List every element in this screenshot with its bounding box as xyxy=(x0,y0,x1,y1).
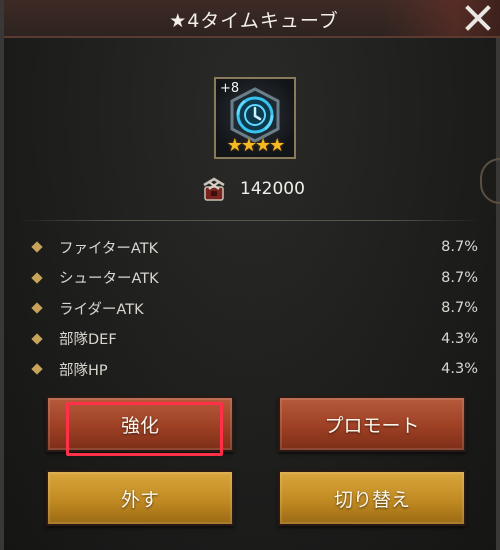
unequip-button[interactable]: 外す xyxy=(46,470,234,526)
close-button[interactable] xyxy=(462,2,494,34)
bullet-icon xyxy=(31,363,43,375)
cost-row: 142000 xyxy=(200,175,305,203)
divider xyxy=(18,220,482,221)
item-icon-frame[interactable]: +8 ★★★★ xyxy=(214,77,296,159)
stat-value: 4.3% xyxy=(441,361,478,378)
item-detail-panel: ★4タイムキューブ +8 ★★★★ 142000 ファイターATK 8.7% シ… xyxy=(0,0,500,550)
stat-row-troop-hp: 部隊HP 4.3% xyxy=(30,354,478,385)
bullet-icon xyxy=(31,241,43,253)
stat-row-rider-atk: ライダーATK 8.7% xyxy=(30,293,478,324)
stat-label: ライダーATK xyxy=(59,301,144,318)
bullet-icon xyxy=(31,302,43,314)
panel-title: ★4タイムキューブ xyxy=(169,10,339,32)
stat-value: 4.3% xyxy=(441,330,478,347)
side-scroll-handle[interactable] xyxy=(480,158,500,204)
supply-crate-icon xyxy=(203,177,225,201)
bullet-icon xyxy=(31,333,43,345)
stat-value: 8.7% xyxy=(441,300,478,317)
switch-button[interactable]: 切り替え xyxy=(278,470,466,526)
item-star-rating: ★★★★ xyxy=(226,135,286,156)
stat-label: ファイターATK xyxy=(59,240,159,257)
stat-row-troop-def: 部隊DEF 4.3% xyxy=(30,324,478,355)
stat-value: 8.7% xyxy=(441,269,478,286)
enhance-button[interactable]: 強化 xyxy=(46,396,234,452)
close-icon xyxy=(465,5,491,31)
stat-row-shooter-atk: シューターATK 8.7% xyxy=(30,263,478,294)
promote-button[interactable]: プロモート xyxy=(278,396,466,452)
stat-row-fighter-atk: ファイターATK 8.7% xyxy=(30,232,478,263)
title-bar: ★4タイムキューブ xyxy=(4,0,500,38)
stat-label: 部隊HP xyxy=(59,362,108,379)
bullet-icon xyxy=(31,272,43,284)
stat-label: シューターATK xyxy=(59,271,159,288)
stat-label: 部隊DEF xyxy=(59,332,117,349)
cost-value: 142000 xyxy=(240,179,305,199)
stat-list: ファイターATK 8.7% シューターATK 8.7% ライダーATK 8.7%… xyxy=(30,232,478,385)
stat-value: 8.7% xyxy=(441,239,478,256)
